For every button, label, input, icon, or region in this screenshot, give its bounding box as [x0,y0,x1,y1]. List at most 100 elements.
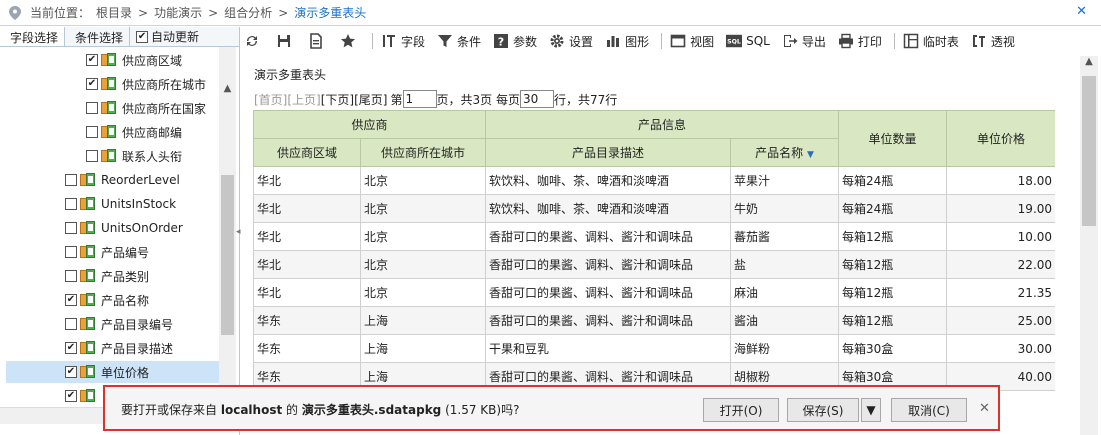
field-item[interactable]: 联系人头衔 [86,145,182,167]
tab-field-select[interactable]: 字段选择 [0,27,66,46]
field-item[interactable]: ✔ 供应商所在城市 [86,73,206,95]
table-cell: 华东 [253,334,361,363]
field-icon [80,389,96,403]
rows-per-page-input[interactable]: 30 [519,90,554,108]
field-label: ReorderLevel [101,173,180,187]
open-button[interactable]: 打开(O) [703,398,779,422]
pager-first[interactable]: [首页] [254,91,287,108]
field-label: 产品名称 [101,293,150,308]
field-item[interactable]: 产品目录编号 [65,313,173,335]
checkbox-checked-icon[interactable]: ✔ [65,390,77,402]
table-cell: 盐 [730,250,840,279]
checkbox-checked-icon[interactable]: ✔ [65,294,77,306]
breadcrumb-analysis[interactable]: 组合分析 [224,4,272,21]
field-icon [101,125,117,139]
field-label: 供应商区域 [122,53,183,68]
checkbox-empty-icon[interactable] [65,246,77,258]
checkbox-empty-icon[interactable] [86,126,98,138]
breadcrumb-root[interactable]: 根目录 [96,4,132,21]
field-button[interactable]: 字段 [381,33,425,50]
scrollbar-thumb[interactable] [221,175,234,335]
condition-button[interactable]: 条件 [437,33,481,50]
field-tree-scrollbar[interactable]: ▲ [219,47,236,407]
tab-condition-select[interactable]: 条件选择 [65,27,131,46]
page-number-input[interactable]: 1 [402,90,437,108]
save-dropdown-button[interactable]: ▼ [861,398,881,422]
header-catalog-desc[interactable]: 产品目录描述 [485,138,732,167]
pivot-button-label: 透视 [990,34,1015,49]
checkbox-empty-icon[interactable] [65,222,77,234]
pager-prev[interactable]: [上页] [287,91,320,108]
collapse-handle-icon[interactable]: ◂ [236,227,241,247]
chevron-up-icon[interactable]: ▲ [1080,56,1098,72]
checkbox-checked-icon[interactable]: ✔ [65,342,77,354]
print-button[interactable]: 打印 [838,33,882,50]
sql-button[interactable]: SQL SQL [726,33,770,49]
toolbar-divider [661,33,663,49]
header-city[interactable]: 供应商所在城市 [359,138,487,167]
checkbox-empty-icon[interactable] [65,198,77,210]
pivot-icon [971,33,987,49]
temp-table-button[interactable]: 临时表 [903,33,959,50]
field-item[interactable]: UnitsOnOrder [65,217,183,239]
printer-icon [838,33,854,49]
checkbox-checked-icon[interactable]: ✔ [86,54,98,66]
caret-down-icon: ▼ [866,403,876,417]
export-button[interactable]: 导出 [782,33,826,50]
field-item[interactable]: ✔ 产品目录描述 [65,337,173,359]
cancel-button[interactable]: 取消(C) [891,398,967,422]
header-unit-price[interactable]: 单位价格 [946,110,1055,167]
save-button[interactable] [276,33,296,49]
field-item[interactable]: 产品编号 [65,241,149,263]
bar-chart-icon [605,33,621,49]
table-row: 华北 北京 软饮料、咖啡、茶、啤酒和淡啤酒 牛奶 每箱24瓶 19.00 [253,194,1055,223]
field-item[interactable]: 供应商所在国家 [86,97,206,119]
param-button[interactable]: ? 参数 [493,33,537,50]
field-item-selected[interactable]: ✔ 单位价格 [6,361,219,383]
field-item[interactable]: UnitsInStock [65,193,176,215]
save-as-button[interactable] [308,33,328,49]
breadcrumb: 当前位置： 根目录 > 功能演示 > 组合分析 > 演示多重表头 ✕ [0,0,1101,26]
field-item[interactable]: 产品类别 [65,265,149,287]
table-cell: 每箱24瓶 [838,166,948,195]
table-cell: 22.00 [946,250,1055,279]
field-label: UnitsOnOrder [101,221,183,235]
download-bar: 要打开或保存来自 localhost 的 演示多重表头.sdatapkg (1.… [103,385,1000,431]
view-button[interactable]: 视图 [670,33,714,50]
checkbox-empty-icon[interactable] [65,270,77,282]
auto-update-toggle[interactable]: ✔ 自动更新 [130,27,199,46]
header-region[interactable]: 供应商区域 [253,138,361,167]
close-icon[interactable]: ✕ [979,401,990,416]
field-item[interactable]: ✔ [65,385,101,407]
table-cell: 华北 [253,250,361,279]
checkbox-empty-icon[interactable] [65,318,77,330]
checkbox-checked-icon[interactable]: ✔ [86,78,98,90]
checkbox-empty-icon[interactable] [86,102,98,114]
header-unit-qty[interactable]: 单位数量 [838,110,948,167]
field-item[interactable]: 供应商邮编 [86,121,182,143]
print-button-label: 打印 [857,34,882,49]
refresh-button[interactable] [244,33,264,49]
field-item[interactable]: ✔ 供应商区域 [86,49,182,71]
field-item[interactable]: ✔ 产品名称 [65,289,149,311]
checkbox-checked-icon[interactable]: ✔ [65,366,77,378]
checkbox-checked-icon[interactable]: ✔ [136,30,149,43]
pivot-button[interactable]: 透视 [971,33,1015,50]
checkbox-empty-icon[interactable] [65,174,77,186]
header-product-name[interactable]: 产品名称 ▼ [730,138,840,167]
chart-button[interactable]: 图形 [605,33,649,50]
pager-last[interactable]: [尾页] [354,91,387,108]
pager-next[interactable]: [下页] [321,91,354,108]
report-scrollbar[interactable]: ▲ [1080,56,1098,435]
favorite-button[interactable] [340,33,360,49]
sort-desc-icon[interactable]: ▼ [807,150,814,160]
field-item[interactable]: ReorderLevel [65,169,180,191]
checkbox-empty-icon[interactable] [86,150,98,162]
breadcrumb-demo[interactable]: 功能演示 [154,4,202,21]
field-icon [80,269,96,283]
save-button[interactable]: 保存(S) [787,398,859,422]
settings-button[interactable]: 设置 [549,33,593,50]
scrollbar-thumb[interactable] [1082,76,1096,226]
chevron-up-icon[interactable]: ▲ [219,81,236,97]
close-icon[interactable]: ✕ [1076,4,1087,19]
